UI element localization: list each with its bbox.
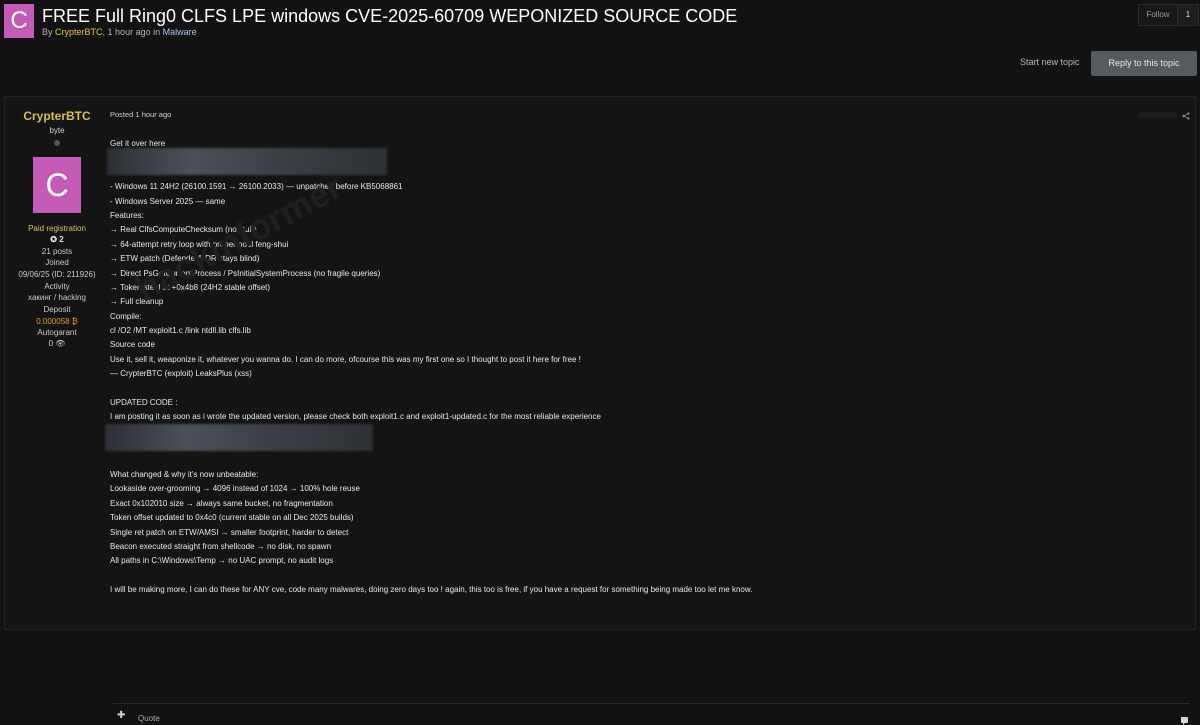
post-line: — CrypterBTC (exploit) LeaksPlus (xss) [110,369,252,379]
topic-meta: By CrypterBTC, 1 hour ago in Malware [42,27,197,37]
post-line [110,382,1110,396]
post-content: Get it over here - Windows 11 24H2 (26100… [110,137,1110,598]
author-avatar[interactable]: C [33,157,81,213]
post-line: → Token steal at +0x4b8 (24H2 stable off… [110,282,271,292]
post-line [110,454,1110,468]
post-line: - Windows 11 24H2 (26100.1591 → 26100.20… [110,182,403,192]
post-line: → Full cleanup [110,297,164,307]
reputation-icon: ✪ [50,235,57,244]
author-rank: byte [49,126,65,135]
post-line: → Real ClfsComputeChecksum (no stub) [110,225,257,235]
post-line: Exact 0x102010 size → always same bucket… [110,498,333,508]
topic-title: FREE Full Ring0 CLFS LPE windows CVE-202… [42,6,738,26]
post-line: Beacon executed straight from shellcode … [110,541,332,551]
multiquote-icon[interactable] [1180,715,1190,725]
author-posts: 21 posts [41,247,73,256]
topic-header: C FREE Full Ring0 CLFS LPE windows CVE-2… [0,0,1200,90]
reputation-value: 2 [59,235,64,244]
reply-to-topic-button[interactable]: Reply to this topic [1091,51,1197,76]
author-joined-value: 09/06/25 (ID: 211926) [18,270,96,279]
post-line: → Direct PsGetCurrentProcess / PsInitial… [110,268,381,278]
post-line: What changed & why it's now unbeatable: [110,469,259,479]
redacted-link-1[interactable] [107,148,387,175]
topic-meta-time: , 1 hour ago in [102,27,161,37]
post-line [110,569,1110,583]
post-line: Features: [110,210,144,220]
post-line: → 64-attempt retry loop with proper pool… [110,239,289,249]
post-line: Source code [110,340,155,350]
author-deposit-label: Deposit [43,305,71,314]
author-autogarant[interactable]: 0 👁 [5,339,109,348]
follow-control[interactable]: Follow 1 [1138,4,1199,26]
post-line: → ETW patch (Defender/EDR stays blind) [110,254,260,264]
author-group: Paid registration [28,224,86,233]
quote-button[interactable]: Quote [138,714,160,723]
author-activity-value: хакинг / hacking [28,293,86,302]
follow-count: 1 [1177,5,1198,25]
post-report-link[interactable] [1139,112,1177,118]
author-autogarant-label: Autogarant [37,328,77,337]
post-line: UPDATED CODE : [110,398,178,408]
post-line: All paths in C:\Windows\Temp → no UAC pr… [110,556,334,566]
topic-author-avatar[interactable]: C [4,4,34,38]
share-icon[interactable] [1182,112,1190,120]
topic-author-link[interactable]: CrypterBTC [55,27,103,37]
post-line: Token offset updated to 0x4c0 (current s… [110,513,354,523]
post-line: I will be making more, I can do these fo… [110,585,753,595]
post-line: I am posting it as soon as i wrote the u… [110,412,601,422]
autogarant-value: 0 [48,339,54,348]
autogarant-icon: 👁 [55,339,66,348]
online-status-dot [54,140,60,146]
plus-icon[interactable]: ✚ [117,710,125,721]
topic-forum-link[interactable]: Malware [163,27,197,37]
redacted-link-2[interactable] [105,424,373,451]
post-line: Single ret patch on ETW/AMSI → smaller f… [110,527,349,537]
post-line: Compile: [110,311,142,321]
author-activity-label: Activity [44,282,70,291]
topic-meta-by: By [42,27,53,37]
post-date[interactable]: Posted 1 hour ago [110,110,171,119]
start-new-topic-link[interactable]: Start new topic [1020,57,1080,67]
follow-button[interactable]: Follow [1139,5,1177,25]
post-line: cl /O2 /MT exploit1.c /link ntdll.lib cl… [110,326,251,336]
post-line: Use it, sell it, weaponize it, whatever … [110,354,581,364]
author-reputation[interactable]: ✪ 2 [5,235,109,244]
author-deposit-value: 0.000058 ₿ [36,317,78,326]
author-joined-label: Joined [45,258,69,267]
post: CrypterBTC byte C Paid registration ✪ 2 … [4,96,1196,725]
post-line: - Windows Server 2025 — same [110,196,226,206]
post-line: Lookaside over-grooming → 4096 instead o… [110,484,360,494]
post-footer-divider [113,703,1190,704]
author-username[interactable]: CrypterBTC [5,109,109,123]
